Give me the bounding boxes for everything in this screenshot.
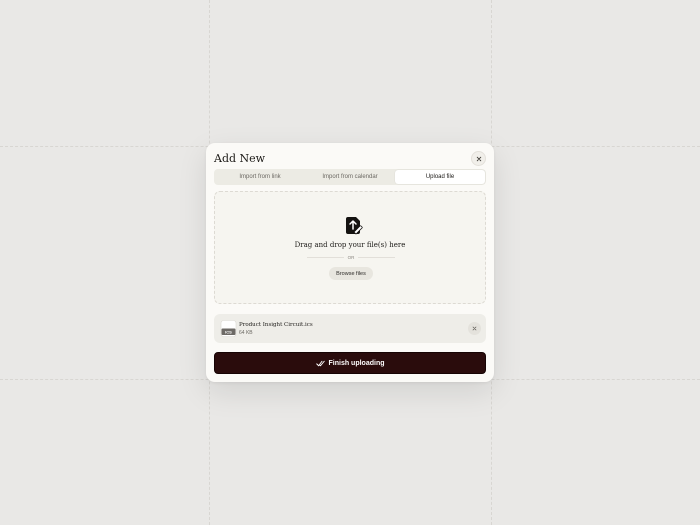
tab-import-from-calendar[interactable]: Import from calendar	[305, 170, 395, 184]
close-icon	[472, 326, 477, 331]
modal-title: Add New	[214, 152, 266, 165]
tab-import-from-link[interactable]: Import from link	[215, 170, 305, 184]
double-check-icon	[315, 360, 325, 366]
tab-upload-file[interactable]: Upload file	[395, 170, 485, 184]
finish-uploading-label: Finish uploading	[328, 359, 385, 367]
ics-file-icon: ICS	[220, 320, 237, 337]
or-label: OR	[347, 254, 355, 260]
add-new-modal: Add New Import from link Import from cal…	[206, 143, 494, 382]
uploaded-file-item: ICS Product Insight Circuit.ics 64 KB	[214, 314, 486, 343]
tab-bar: Import from link Import from calendar Up…	[214, 169, 486, 185]
close-button[interactable]	[471, 151, 486, 166]
divider-line	[307, 256, 344, 258]
dropzone-text: Drag and drop your file(s) here	[294, 241, 406, 249]
divider-line	[358, 256, 395, 258]
file-dropzone[interactable]: Drag and drop your file(s) here OR Brows…	[214, 191, 486, 304]
finish-uploading-button[interactable]: Finish uploading	[214, 352, 486, 374]
close-icon	[476, 156, 481, 161]
file-type-label: ICS	[225, 330, 232, 335]
remove-file-button[interactable]	[468, 322, 481, 335]
file-size: 64 KB	[239, 330, 253, 336]
or-divider: OR	[307, 253, 395, 261]
browse-files-button[interactable]: Browse files	[329, 267, 373, 280]
file-name: Product Insight Circuit.ics	[239, 322, 313, 328]
file-upload-icon	[346, 217, 363, 235]
